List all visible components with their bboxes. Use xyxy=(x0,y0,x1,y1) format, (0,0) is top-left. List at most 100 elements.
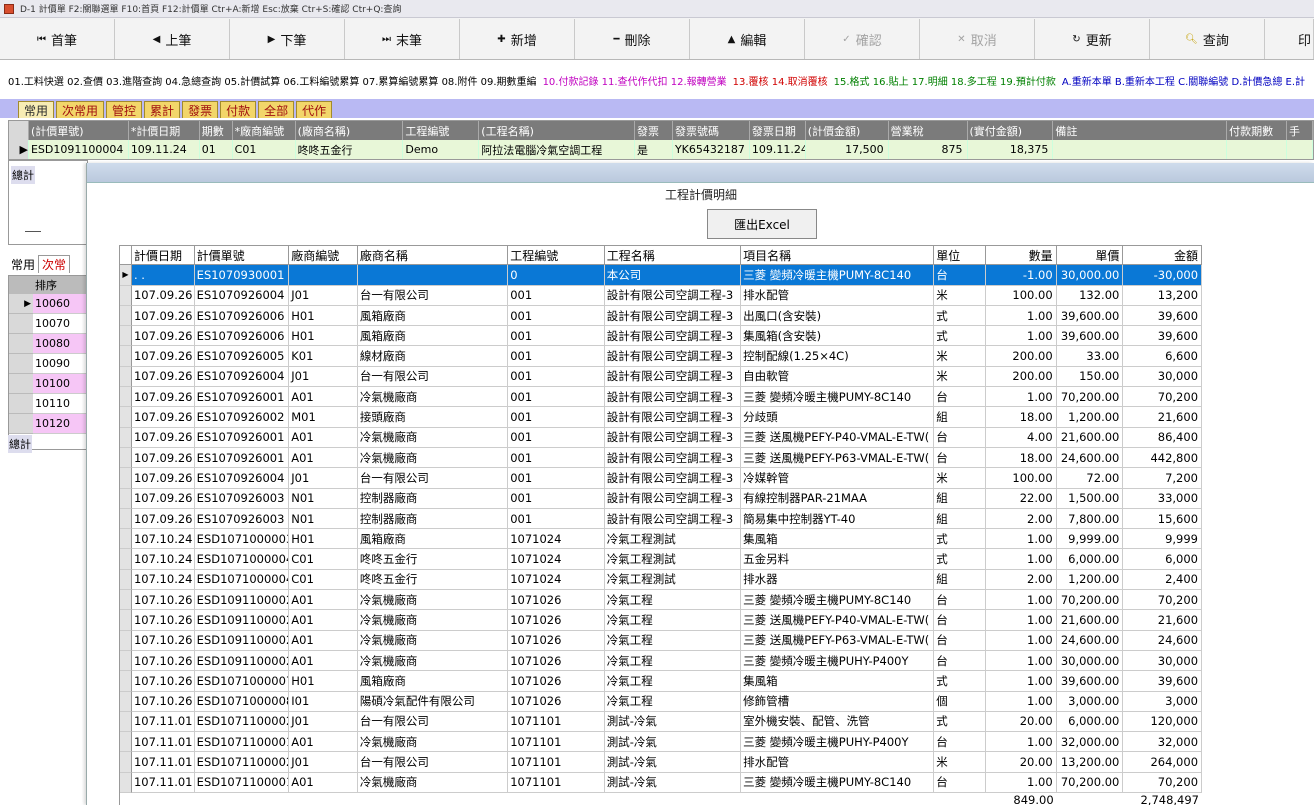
sequence-row[interactable]: 10120 xyxy=(9,414,87,434)
record-grid-cell[interactable]: 109.11.24 xyxy=(749,140,806,159)
record-grid-cell[interactable]: 875 xyxy=(888,140,968,159)
detail-col-6[interactable]: 項目名稱 xyxy=(741,245,935,266)
record-grid-cell[interactable] xyxy=(1227,140,1288,159)
record-grid-col-14[interactable]: 付款期數 xyxy=(1227,121,1288,140)
print-button[interactable]: 印 xyxy=(1265,19,1314,59)
sequence-row[interactable]: 10080 xyxy=(9,334,87,354)
detail-col-3[interactable]: 廠商名稱 xyxy=(357,245,509,266)
table-row[interactable]: 107.11.01 ESD1071100002 J01 台一有限公司 1071101 測試… xyxy=(120,752,1203,773)
table-row[interactable]: 107.11.01 ESD1071100001 A01 冷氣機廠商 1071101 測試-… xyxy=(120,732,1203,753)
subtab-secondary[interactable]: 次常 xyxy=(38,255,71,273)
record-grid-cell[interactable] xyxy=(1053,140,1228,159)
record-grid-col-11[interactable]: 營業稅 xyxy=(888,121,968,140)
table-row[interactable]: 107.11.01 ESD1071100001 A01 冷氣機廠商 1071101 測試-… xyxy=(120,772,1203,794)
tab-1[interactable]: 次常用 xyxy=(56,101,105,118)
table-row[interactable]: ▶. . ES1070930001 0 本公司 三菱 變頻冷暖主機PUMY-8C140 台… xyxy=(120,265,1203,286)
record-grid-col-15[interactable]: 手 xyxy=(1287,121,1313,140)
record-grid-cell[interactable]: Demo xyxy=(403,140,480,159)
table-row[interactable]: 107.09.26 ES1070926006 H01 風箱廠商 001 設計有限公司空調工… xyxy=(120,305,1203,327)
table-row[interactable]: 107.09.26 ES1070926004 J01 台一有限公司 001 設計有限公司空… xyxy=(120,468,1203,489)
table-row[interactable]: 107.09.26 ES1070926001 A01 冷氣機廠商 001 設計有限公司空調… xyxy=(120,447,1203,469)
subtab-common[interactable]: 常用 xyxy=(8,256,38,273)
table-row[interactable]: 107.10.26 ESD1091100002 A01 冷氣機廠商 1071026 冷氣工… xyxy=(120,630,1203,651)
record-grid-cell[interactable]: 01 xyxy=(199,140,233,159)
refresh-button[interactable]: ↻ 更新 xyxy=(1035,19,1150,59)
table-row[interactable]: 107.10.24 ESD1071000004 C01 咚咚五金行 1071024 冷氣工… xyxy=(120,569,1203,591)
sequence-row[interactable]: ▶ 10060 xyxy=(9,294,87,314)
table-row[interactable]: 107.09.26 ES1070926001 A01 冷氣機廠商 001 設計有限公司空調… xyxy=(120,387,1203,408)
delete-button[interactable]: ━ 刪除 xyxy=(575,19,690,59)
func-group-basic[interactable]: 01.工料快選 02.查價 03.進階查詢 04.急總查詢 05.計價試算 06… xyxy=(8,73,537,88)
table-row[interactable]: 107.09.26 ES1070926004 J01 台一有限公司 001 設計有限公司空… xyxy=(120,366,1203,388)
sequence-row[interactable]: 10100 xyxy=(9,374,87,394)
table-row[interactable]: 107.10.26 ESD1091100002 A01 冷氣機廠商 1071026 冷氣工… xyxy=(120,650,1203,672)
detail-col-0[interactable]: 計價日期 xyxy=(131,245,195,266)
record-grid-col-12[interactable]: (實付金額) xyxy=(967,121,1054,140)
table-row[interactable]: 107.09.26 ES1070926006 H01 風箱廠商 001 設計有限公司空調工… xyxy=(120,326,1203,347)
tab-0[interactable]: 常用 xyxy=(18,101,55,118)
func-group-payment[interactable]: 10.付款記錄 11.查代作代扣 12.報轉營業 xyxy=(543,73,727,88)
tab-3[interactable]: 累計 xyxy=(144,101,181,118)
func-group-related[interactable]: A.重新本單 B.重新本工程 C.關聯編號 D.計價急總 E.計 xyxy=(1062,73,1305,88)
record-grid-col-0[interactable]: (計價單號) xyxy=(28,121,129,140)
record-grid-col-5[interactable]: 工程編號 xyxy=(403,121,480,140)
query-button[interactable]: 🔍︎ 查詢 xyxy=(1150,19,1265,59)
table-row[interactable]: 107.10.26 ESD1091100002 A01 冷氣機廠商 1071026 冷氣工… xyxy=(120,590,1203,611)
tab-6[interactable]: 全部 xyxy=(258,101,295,118)
detail-col-5[interactable]: 工程名稱 xyxy=(604,245,742,266)
cancel-button[interactable]: ✕ 取消 xyxy=(920,19,1035,59)
sequence-row[interactable]: 10070 xyxy=(9,314,87,334)
record-grid-cell[interactable]: 17,500 xyxy=(805,140,889,159)
sequence-row[interactable]: 10110 xyxy=(9,394,87,414)
table-row[interactable]: 107.11.01 ESD1071100002 J01 台一有限公司 1071101 測試… xyxy=(120,711,1203,733)
record-grid-col-10[interactable]: (計價金額) xyxy=(805,121,889,140)
last-button[interactable]: ⏭ 末筆 xyxy=(345,19,460,59)
record-grid-col-3[interactable]: *廠商編號 xyxy=(232,121,296,140)
tab-5[interactable]: 付款 xyxy=(220,101,257,118)
record-grid-col-13[interactable]: 備註 xyxy=(1053,121,1228,140)
detail-col-2[interactable]: 廠商編號 xyxy=(289,245,358,266)
confirm-button[interactable]: ✓ 確認 xyxy=(805,19,920,59)
record-grid-cell[interactable] xyxy=(1287,140,1313,159)
table-row[interactable]: 107.10.26 ESD1071000008 I01 陽碩冷氣配件有限公司 10710… xyxy=(120,691,1203,712)
table-row[interactable]: 107.10.24 ESD1071000003 H01 風箱廠商 1071024 冷氣工程… xyxy=(120,529,1203,550)
table-row[interactable]: 107.09.26 ES1070926003 N01 控制器廠商 001 設計有限公司空調… xyxy=(120,508,1203,530)
record-grid-cell[interactable]: YK65432187 xyxy=(672,140,750,159)
detail-col-8[interactable]: 數量 xyxy=(985,245,1057,266)
export-excel-button[interactable]: 匯出Excel xyxy=(707,209,817,239)
func-group-review[interactable]: 13.覆核 14.取消覆核 xyxy=(733,73,828,88)
tab-7[interactable]: 代作 xyxy=(296,101,333,118)
record-grid-cell[interactable]: 18,375 xyxy=(967,140,1054,159)
record-grid-cell[interactable]: 咚咚五金行 xyxy=(295,140,404,159)
table-row[interactable]: 107.09.26 ES1070926003 N01 控制器廠商 001 設計有限公司空調… xyxy=(120,488,1203,509)
record-grid-cell[interactable]: 是 xyxy=(635,140,673,159)
record-grid-cell[interactable]: C01 xyxy=(232,140,296,159)
first-button[interactable]: ⏮ 首筆 xyxy=(0,19,115,59)
table-row[interactable]: 107.10.26 ESD1091100002 A01 冷氣機廠商 1071026 冷氣工… xyxy=(120,610,1203,631)
tab-2[interactable]: 管控 xyxy=(106,101,143,118)
detail-col-4[interactable]: 工程編號 xyxy=(508,245,605,266)
add-button[interactable]: ✚ 新增 xyxy=(460,19,575,59)
tab-4[interactable]: 發票 xyxy=(182,101,219,118)
edit-button[interactable]: ▲ 編輯 xyxy=(690,19,805,59)
prev-button[interactable]: ◀ 上筆 xyxy=(115,19,230,59)
table-row[interactable]: 107.09.26 ES1070926004 J01 台一有限公司 001 設計有限公司空… xyxy=(120,285,1203,306)
record-grid-cell[interactable]: 109.11.24 xyxy=(128,140,200,159)
detail-col-7[interactable]: 單位 xyxy=(934,245,986,266)
record-grid-col-6[interactable]: (工程名稱) xyxy=(479,121,636,140)
detail-window-titlebar[interactable] xyxy=(87,163,1314,183)
record-grid-cell[interactable]: 阿拉法電腦冷氣空調工程 xyxy=(479,140,636,159)
record-grid-col-1[interactable]: *計價日期 xyxy=(128,121,200,140)
record-grid-col-7[interactable]: 發票 xyxy=(635,121,673,140)
table-row[interactable]: 107.09.26 ES1070926005 K01 線材廠商 001 設計有限公司空調工… xyxy=(120,346,1203,367)
table-row[interactable]: 107.09.26 ES1070926002 M01 接頭廠商 001 設計有限公司空調工… xyxy=(120,407,1203,428)
next-button[interactable]: ▶ 下筆 xyxy=(230,19,345,59)
table-row[interactable]: 107.10.26 ESD1071000007 H01 風箱廠商 1071026 冷氣工程… xyxy=(120,671,1203,692)
func-group-format[interactable]: 15.格式 16.貼上 17.明細 18.多工程 19.預計付款 xyxy=(834,73,1056,88)
table-row[interactable]: 107.09.26 ES1070926001 A01 冷氣機廠商 001 設計有限公司空調… xyxy=(120,427,1203,448)
record-grid-col-4[interactable]: (廠商名稱) xyxy=(295,121,404,140)
record-grid-cell[interactable]: ESD1091100004 xyxy=(28,140,129,159)
sequence-row[interactable]: 10090 xyxy=(9,354,87,374)
record-grid-col-9[interactable]: 發票日期 xyxy=(749,121,806,140)
record-grid-col-2[interactable]: 期數 xyxy=(199,121,233,140)
